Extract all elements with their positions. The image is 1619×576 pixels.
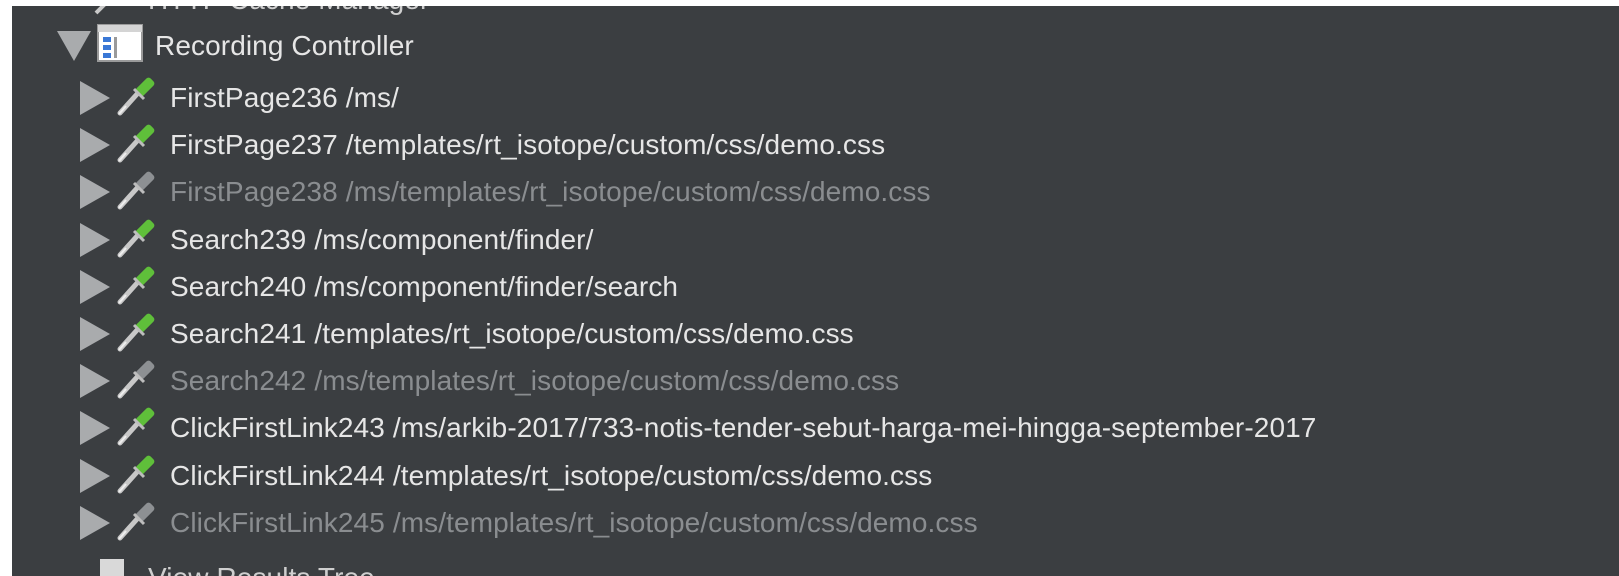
expand-arrow-icon[interactable] [80,364,110,398]
pipette-icon [114,120,158,171]
sampler-path: /ms/templates/rt_isotope/custom/css/demo… [392,507,978,538]
pipette-icon [114,262,158,313]
expand-arrow-icon[interactable] [80,223,110,257]
sampler-label: Search239 [170,224,307,255]
pipette-disabled-icon [114,356,158,407]
tree-node-label: HTTP Cache Manager [148,6,429,16]
expand-arrow-icon[interactable] [80,270,110,304]
tree-node-label: View Results Tree [148,562,375,576]
results-tree-icon [90,555,136,576]
sampler-path: /ms/ [345,82,400,113]
tree-node-http-sampler[interactable]: FirstPage236/ms/ [80,74,399,122]
tree-node-http-sampler[interactable]: FirstPage238/ms/templates/rt_isotope/cus… [80,168,931,216]
sampler-label: FirstPage236 [170,82,338,113]
tree-node-http-sampler[interactable]: ClickFirstLink245/ms/templates/rt_isotop… [80,499,978,547]
pipette-icon [114,403,158,454]
pipette-icon [114,215,158,266]
sampler-label: Search240 [170,271,307,302]
tree-node-http-sampler[interactable]: ClickFirstLink243/ms/arkib-2017/733-noti… [80,404,1316,452]
pipette-icon [114,309,158,360]
sampler-path: /templates/rt_isotope/custom/css/demo.cs… [392,460,933,491]
expand-arrow-icon[interactable] [80,81,110,115]
expand-arrow-icon[interactable] [80,506,110,540]
sampler-path: /ms/templates/rt_isotope/custom/css/demo… [345,176,931,207]
sampler-path: /ms/arkib-2017/733-notis-tender-sebut-ha… [392,412,1317,443]
tree-node-recording-controller[interactable]: Recording Controller [57,22,414,70]
expand-arrow-icon[interactable] [80,317,110,351]
tree-node-http-sampler[interactable]: Search240/ms/component/finder/search [80,263,678,311]
tree-node-http-sampler[interactable]: Search241/templates/rt_isotope/custom/cs… [80,310,854,358]
sampler-label: Search241 [170,318,307,349]
tree-node-label: Recording Controller [155,30,414,61]
pipette-icon [114,451,158,502]
sampler-label: FirstPage238 [170,176,338,207]
expand-arrow-icon[interactable] [80,459,110,493]
broom-icon [90,6,136,24]
test-plan-tree: HTTP Cache Manager Recording Controller … [12,6,1619,576]
tree-node-http-sampler[interactable]: ClickFirstLink244/templates/rt_isotope/c… [80,452,932,500]
sampler-path: /ms/component/finder/search [314,271,679,302]
expand-arrow-icon[interactable] [80,175,110,209]
sampler-path: /templates/rt_isotope/custom/css/demo.cs… [314,318,854,349]
sampler-label: FirstPage237 [170,129,338,160]
recording-controller-icon [97,23,143,69]
expand-arrow-icon[interactable] [80,411,110,445]
tree-node-http-sampler[interactable]: Search239/ms/component/finder/ [80,216,593,264]
pipette-disabled-icon [114,167,158,218]
expand-arrow-icon[interactable] [80,128,110,162]
sampler-path: /templates/rt_isotope/custom/css/demo.cs… [345,129,886,160]
sampler-path: /ms/component/finder/ [314,224,594,255]
tree-node-view-results-tree[interactable]: View Results Tree [90,554,375,576]
collapse-arrow-icon[interactable] [57,31,91,61]
tree-node-http-sampler[interactable]: Search242/ms/templates/rt_isotope/custom… [80,357,899,405]
pipette-icon [114,73,158,124]
sampler-label: ClickFirstLink244 [170,460,385,491]
tree-node-http-sampler[interactable]: FirstPage237/templates/rt_isotope/custom… [80,121,885,169]
pipette-disabled-icon [114,498,158,549]
sampler-label: ClickFirstLink245 [170,507,385,538]
sampler-path: /ms/templates/rt_isotope/custom/css/demo… [314,365,900,396]
sampler-label: ClickFirstLink243 [170,412,385,443]
sampler-label: Search242 [170,365,307,396]
